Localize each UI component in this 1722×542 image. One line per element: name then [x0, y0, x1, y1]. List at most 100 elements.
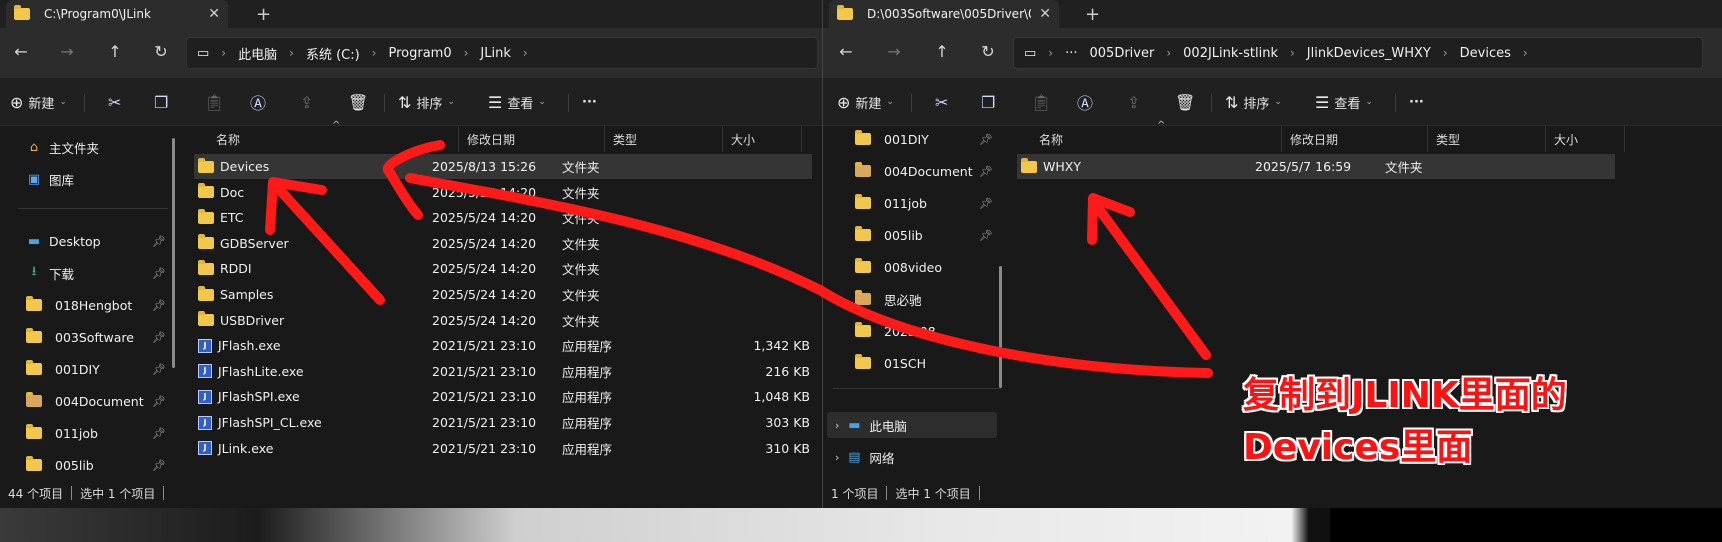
sidebar-item-downloads[interactable]: ⭳ 下载	[26, 260, 74, 286]
copy-button[interactable]: ❐	[981, 90, 995, 114]
pin-icon[interactable]: 📌︎	[152, 235, 166, 248]
breadcrumb-item[interactable]: 005Driver	[1090, 46, 1155, 61]
column-type[interactable]: 类型	[604, 126, 722, 152]
column-size[interactable]: 大小	[1545, 126, 1625, 152]
table-row[interactable]: Doc 2025/5/24 14:20 文件夹	[194, 180, 812, 205]
paste-button[interactable]: 📋︎	[1031, 90, 1051, 114]
sidebar-scrollbar[interactable]	[999, 266, 1002, 388]
pin-icon[interactable]: 📌︎	[152, 299, 166, 312]
sort-button[interactable]: ⇅ 排序 ⌄	[1225, 90, 1282, 114]
back-arrow-icon[interactable]: ←	[835, 42, 857, 64]
sidebar-item-folder[interactable]: 004Document	[26, 388, 144, 414]
pin-icon[interactable]: 📌︎	[979, 197, 993, 210]
address-bar[interactable]: ▭ › ··· 005Driver › 002JLink-stlink › Jl…	[1013, 37, 1703, 69]
rename-button[interactable]: Ⓐ	[250, 90, 266, 114]
table-row[interactable]: WHXY 2025/5/7 16:59 文件夹	[1017, 154, 1615, 179]
pin-icon[interactable]: 📌︎	[152, 363, 166, 376]
column-date[interactable]: 修改日期	[458, 126, 604, 152]
pin-icon[interactable]: 📌︎	[152, 427, 166, 440]
back-arrow-icon[interactable]: ←	[10, 42, 32, 64]
sidebar-item-folder[interactable]: 思必驰	[855, 286, 922, 312]
column-date[interactable]: 修改日期	[1281, 126, 1427, 152]
pin-icon[interactable]: 📌︎	[152, 395, 166, 408]
pin-icon[interactable]: 📌︎	[979, 229, 993, 242]
tab-devices[interactable]: D:\003Software\005Driver\002 ✕	[829, 0, 1059, 28]
table-row[interactable]: ETC 2025/5/24 14:20 文件夹	[194, 205, 812, 230]
table-row[interactable]: J JFlashSPI_CL.exe 2021/5/21 23:10 应用程序 303 …	[194, 410, 812, 435]
new-button[interactable]: ⊕ 新建 ⌄	[10, 90, 67, 114]
breadcrumb-item[interactable]: Devices	[1460, 46, 1511, 61]
breadcrumb-item[interactable]: 此电脑	[238, 44, 277, 63]
sidebar-item-folder[interactable]: 005lib	[26, 452, 94, 478]
breadcrumb-item[interactable]: Program0	[388, 46, 451, 61]
sidebar-item-home[interactable]: ⌂ 主文件夹	[26, 134, 99, 160]
sidebar-scrollbar[interactable]	[172, 138, 175, 368]
table-row[interactable]: J JLink.exe 2021/5/21 23:10 应用程序 310 KB	[194, 436, 812, 461]
forward-arrow-icon[interactable]: →	[56, 42, 78, 64]
sidebar-item-folder[interactable]: 011job	[855, 190, 927, 216]
sidebar-item-folder[interactable]: 003Software	[26, 324, 134, 350]
close-icon[interactable]: ✕	[1039, 6, 1051, 22]
sidebar-item-desktop[interactable]: ▬ Desktop	[26, 228, 101, 254]
new-tab-icon[interactable]: +	[1085, 4, 1100, 25]
sidebar-item-gallery[interactable]: ▣ 图库	[26, 166, 74, 192]
pin-icon[interactable]: 📌︎	[979, 133, 993, 146]
table-row[interactable]: USBDriver 2025/5/24 14:20 文件夹	[194, 308, 812, 333]
sidebar-item-folder[interactable]: 001DIY	[26, 356, 100, 382]
up-arrow-icon[interactable]: ↑	[931, 42, 953, 64]
breadcrumb-item[interactable]: JlinkDevices_WHXY	[1307, 46, 1431, 61]
pin-icon[interactable]: 📌︎	[979, 165, 993, 178]
sidebar-item-folder[interactable]: 008video	[855, 254, 942, 280]
sidebar-item-folder[interactable]: 001DIY	[855, 126, 929, 152]
sidebar-item-folder[interactable]: 01SCH	[855, 350, 926, 376]
close-icon[interactable]: ✕	[208, 6, 220, 22]
breadcrumb-overflow[interactable]: ···	[1065, 46, 1077, 61]
table-row[interactable]: Devices 2025/8/13 15:26 文件夹	[194, 154, 812, 179]
pin-icon[interactable]: 📌︎	[152, 331, 166, 344]
cut-button[interactable]: ✂	[108, 90, 121, 114]
sidebar-item-folder[interactable]: 018Hengbot	[26, 292, 132, 318]
column-name[interactable]: 名称	[208, 126, 458, 152]
view-button[interactable]: ☰ 查看 ⌄	[488, 90, 546, 114]
copy-button[interactable]: ❐	[154, 90, 168, 114]
cut-button[interactable]: ✂	[935, 90, 948, 114]
table-row[interactable]: J JFlashSPI.exe 2021/5/21 23:10 应用程序 1,048 K…	[194, 384, 812, 409]
tab-jlink[interactable]: C:\Program0\JLink ✕	[6, 0, 228, 28]
rename-button[interactable]: Ⓐ	[1077, 90, 1093, 114]
up-arrow-icon[interactable]: ↑	[104, 42, 126, 64]
sidebar-item-network[interactable]: › ▤ 网络	[835, 444, 894, 470]
forward-arrow-icon[interactable]: →	[883, 42, 905, 64]
table-row[interactable]: Samples 2025/5/24 14:20 文件夹	[194, 282, 812, 307]
column-type[interactable]: 类型	[1427, 126, 1545, 152]
sidebar-item-folder[interactable]: 004Document	[855, 158, 973, 184]
more-options-button[interactable]: ···	[1409, 90, 1424, 114]
view-button[interactable]: ☰ 查看 ⌄	[1315, 90, 1373, 114]
share-button[interactable]: ⇪	[300, 90, 313, 114]
table-row[interactable]: J JFlashLite.exe 2021/5/21 23:10 应用程序 216 KB	[194, 359, 812, 384]
refresh-icon[interactable]: ↻	[150, 42, 172, 64]
sidebar-item-folder[interactable]: 011job	[26, 420, 98, 446]
table-row[interactable]: GDBServer 2025/5/24 14:20 文件夹	[194, 231, 812, 256]
column-name[interactable]: 名称	[1031, 126, 1281, 152]
delete-button[interactable]: 🗑︎	[348, 90, 368, 114]
sidebar-item-folder[interactable]: 005lib	[855, 222, 923, 248]
paste-button[interactable]: 📋︎	[204, 90, 224, 114]
sidebar-item-folder[interactable]: 2025.08	[855, 318, 936, 344]
address-bar[interactable]: ▭ › 此电脑 › 系统 (C:) › Program0 › JLink ›	[186, 37, 818, 69]
share-button[interactable]: ⇪	[1127, 90, 1140, 114]
refresh-icon[interactable]: ↻	[977, 42, 999, 64]
new-button[interactable]: ⊕ 新建 ⌄	[837, 90, 894, 114]
column-size[interactable]: 大小	[722, 126, 802, 152]
new-tab-icon[interactable]: +	[256, 4, 271, 25]
breadcrumb-item[interactable]: 002JLink-stlink	[1183, 46, 1278, 61]
breadcrumb-item[interactable]: JLink	[480, 46, 510, 61]
pin-icon[interactable]: 📌︎	[152, 267, 166, 280]
breadcrumb-item[interactable]: 系统 (C:)	[306, 44, 360, 63]
table-row[interactable]: J JFlash.exe 2021/5/21 23:10 应用程序 1,342 KB	[194, 333, 812, 358]
pin-icon[interactable]: 📌︎	[152, 459, 166, 472]
table-row[interactable]: RDDI 2025/5/24 14:20 文件夹	[194, 256, 812, 281]
sidebar-item-this-pc[interactable]: › ▬ 此电脑	[827, 412, 997, 438]
more-options-button[interactable]: ···	[582, 90, 597, 114]
sort-button[interactable]: ⇅ 排序 ⌄	[398, 90, 455, 114]
delete-button[interactable]: 🗑︎	[1175, 90, 1195, 114]
